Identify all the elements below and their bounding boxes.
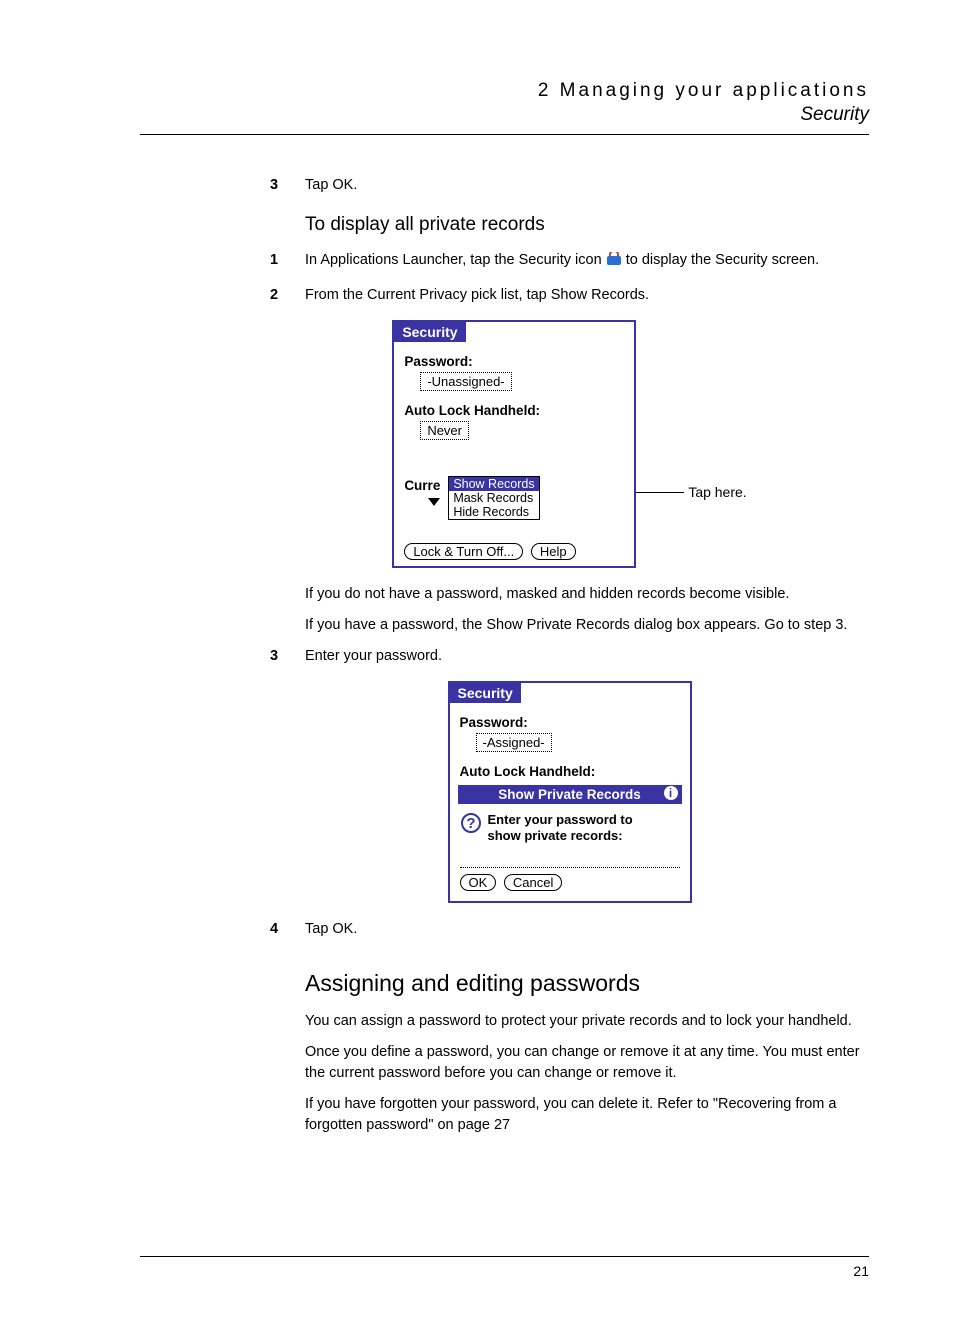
subheading-display-private: To display all private records: [305, 214, 869, 236]
paragraph: If you have forgotten your password, you…: [305, 1094, 869, 1136]
chapter-title: 2 Managing your applications: [140, 80, 869, 102]
autolock-label: Auto Lock Handheld:: [404, 403, 624, 418]
privacy-picklist[interactable]: Show Records Mask Records Hide Records: [448, 476, 539, 520]
dialog-title-text: Show Private Records: [498, 787, 641, 802]
footer-rule: [140, 1256, 869, 1257]
paragraph: Once you define a password, you can chan…: [305, 1042, 869, 1084]
security-screen: Security Password: -Unassigned- Auto Loc…: [392, 320, 636, 568]
step-number: 3: [270, 646, 305, 667]
step-text-before: In Applications Launcher, tap the Securi…: [305, 252, 606, 268]
screen-title: Security: [450, 683, 521, 703]
paragraph: You can assign a password to protect you…: [305, 1011, 869, 1032]
password-value[interactable]: -Assigned-: [476, 733, 552, 752]
header-rule: [140, 134, 869, 135]
step-3b: 3 Enter your password.: [270, 646, 869, 667]
screen-title: Security: [394, 322, 465, 342]
picklist-option-show[interactable]: Show Records: [449, 477, 538, 491]
step-text: Tap OK.: [305, 175, 869, 196]
cancel-button[interactable]: Cancel: [504, 874, 562, 891]
dropdown-arrow-icon[interactable]: [428, 498, 440, 506]
autolock-label: Auto Lock Handheld:: [460, 764, 680, 779]
picklist-option-mask[interactable]: Mask Records: [449, 491, 538, 505]
paragraph: If you do not have a password, masked an…: [305, 584, 869, 605]
password-value[interactable]: -Unassigned-: [420, 372, 511, 391]
step-number: 4: [270, 919, 305, 940]
password-label: Password:: [404, 354, 624, 369]
picklist-option-hide[interactable]: Hide Records: [449, 505, 538, 519]
help-button[interactable]: Help: [531, 543, 576, 560]
section-title: Security: [140, 104, 869, 126]
prompt-row: ? Enter your password to show private re…: [450, 808, 690, 847]
page-number: 21: [853, 1263, 869, 1279]
lock-turnoff-button[interactable]: Lock & Turn Off...: [404, 543, 523, 560]
figure-2: Security Password: -Assigned- Auto Lock …: [270, 681, 869, 903]
step-number: 2: [270, 285, 305, 306]
figure-1: Security Password: -Unassigned- Auto Loc…: [270, 320, 869, 568]
page-footer: 21: [140, 1256, 869, 1279]
password-input-line[interactable]: [460, 867, 680, 868]
prompt-line2: show private records:: [488, 828, 623, 843]
step-text: Enter your password.: [305, 646, 869, 667]
callout: Tap here.: [634, 484, 746, 500]
info-icon[interactable]: i: [664, 786, 678, 800]
prompt-line1: Enter your password to: [488, 812, 633, 827]
svg-text:?: ?: [466, 815, 475, 832]
autolock-value[interactable]: Never: [420, 421, 469, 440]
security-app-icon: [606, 252, 622, 266]
dialog-prompt: Enter your password to show private reco…: [488, 812, 633, 843]
step-text-after: to display the Security screen.: [626, 252, 819, 268]
dialog-title: Show Private Records i: [458, 785, 682, 804]
step-1: 1 In Applications Launcher, tap the Secu…: [270, 250, 869, 271]
question-icon: ?: [460, 812, 482, 834]
password-label: Password:: [460, 715, 680, 730]
step-4: 4 Tap OK.: [270, 919, 869, 940]
callout-text: Tap here.: [688, 484, 746, 500]
ok-button[interactable]: OK: [460, 874, 497, 891]
step-number: 1: [270, 250, 305, 271]
step-text: From the Current Privacy pick list, tap …: [305, 285, 869, 306]
section-heading-passwords: Assigning and editing passwords: [305, 970, 869, 997]
callout-line: [634, 492, 684, 493]
step-text: Tap OK.: [305, 919, 869, 940]
current-privacy-label-cut: Curre: [404, 478, 440, 493]
page-header: 2 Managing your applications Security: [140, 80, 869, 126]
step-3a: 3 Tap OK.: [270, 175, 869, 196]
step-2: 2 From the Current Privacy pick list, ta…: [270, 285, 869, 306]
step-number: 3: [270, 175, 305, 196]
show-private-dialog-screen: Security Password: -Assigned- Auto Lock …: [448, 681, 692, 903]
step-text: In Applications Launcher, tap the Securi…: [305, 250, 869, 271]
paragraph: If you have a password, the Show Private…: [305, 615, 869, 636]
